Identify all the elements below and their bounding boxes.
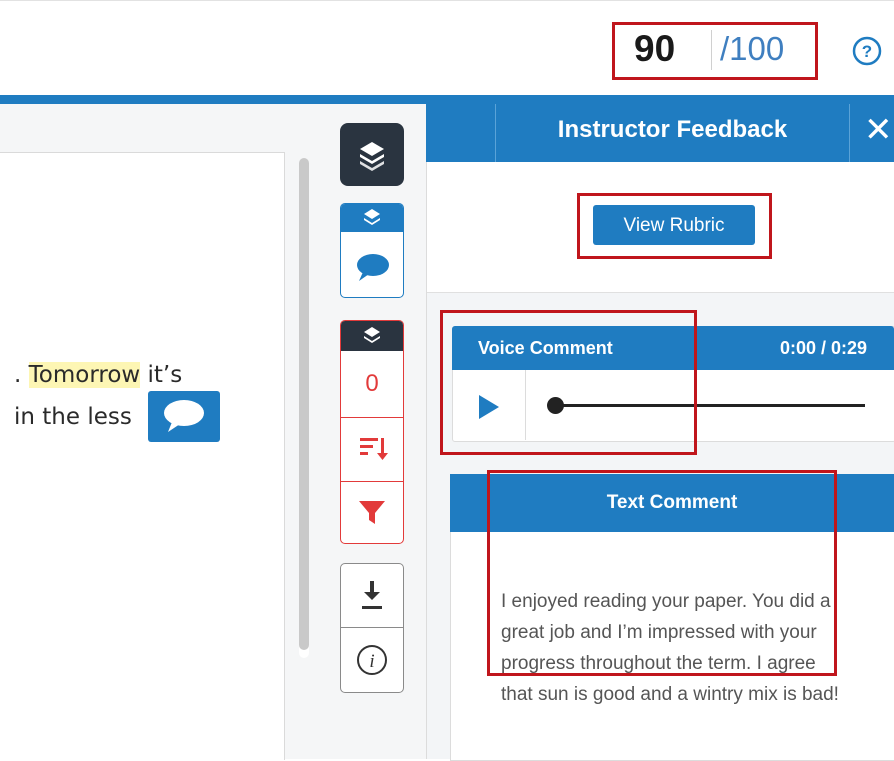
document-text-line: in the less (14, 404, 132, 430)
voice-annotation-box (440, 310, 697, 455)
grade-annotation-box (612, 22, 818, 80)
svg-text:?: ? (862, 42, 872, 61)
text-comment-annotation-box (487, 470, 837, 676)
info-button[interactable]: i (340, 628, 404, 692)
download-icon (362, 581, 382, 609)
comment-count: 0 (365, 370, 379, 397)
comment-icon (164, 400, 204, 432)
filter-button[interactable] (340, 482, 404, 542)
document-text-line: . Tomorrow it’s (14, 362, 183, 388)
voice-comment-time: 0:00 / 0:29 (780, 338, 868, 358)
layers-icon (341, 204, 403, 232)
download-button[interactable] (340, 564, 404, 626)
close-icon[interactable]: ✕ (864, 110, 893, 150)
svg-text:i: i (369, 651, 374, 672)
info-icon: i (357, 645, 387, 675)
sort-button[interactable] (340, 418, 404, 480)
header-accent-strip (0, 95, 894, 104)
comment-tool-group[interactable] (340, 203, 404, 298)
help-circle-icon[interactable]: ? (852, 36, 882, 66)
panel-title: Instructor Feedback (557, 116, 788, 143)
layers-button[interactable] (340, 123, 404, 186)
highlighted-text[interactable]: Tomorrow (28, 362, 141, 388)
scrollbar-thumb[interactable] (299, 158, 309, 650)
layers-icon (360, 142, 384, 171)
rubric-annotation-box (577, 193, 772, 259)
layers-icon (341, 321, 403, 351)
filter-icon (359, 501, 385, 524)
inline-comment-button[interactable] (148, 391, 220, 442)
sort-icon (360, 438, 388, 460)
document-page (0, 152, 285, 760)
divider (849, 104, 850, 162)
comment-icon (357, 254, 389, 281)
